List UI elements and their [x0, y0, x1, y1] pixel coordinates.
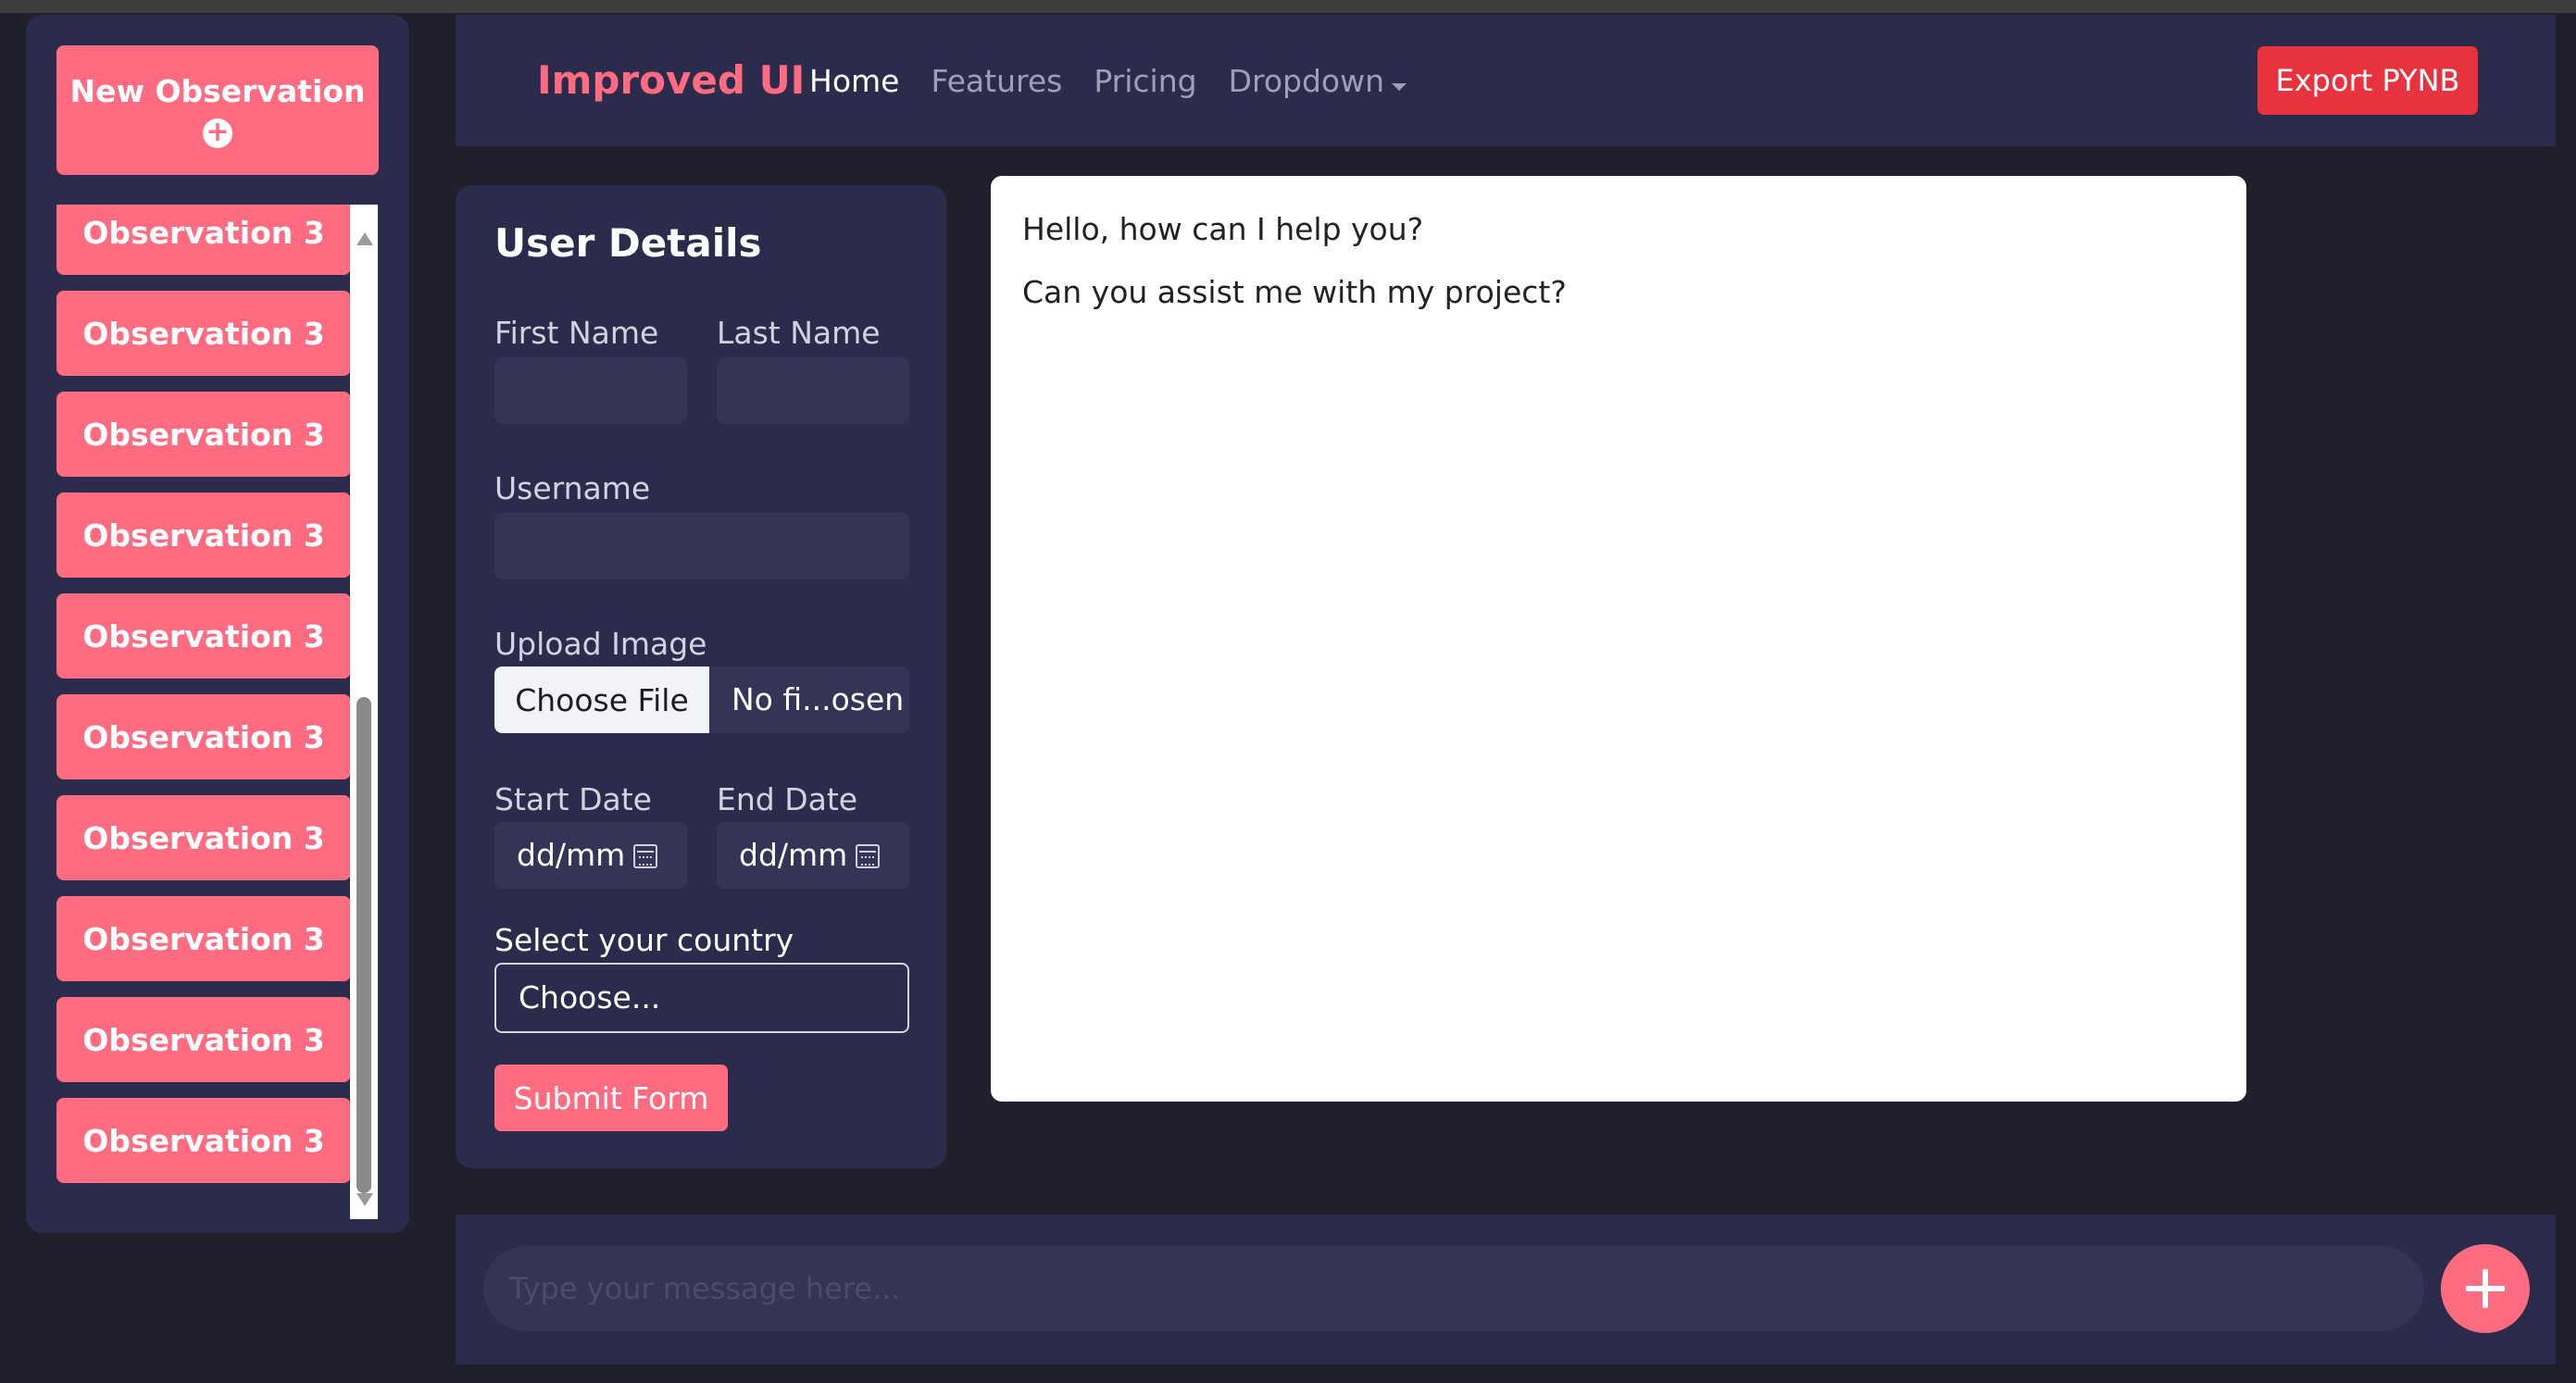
nav-dropdown[interactable]: Dropdown: [1229, 63, 1407, 99]
observation-item[interactable]: Observation 3: [56, 896, 351, 981]
scroll-up-arrow-icon[interactable]: [356, 232, 373, 245]
scroll-down-arrow-icon[interactable]: [356, 1193, 373, 1206]
submit-form-button[interactable]: Submit Form: [494, 1065, 728, 1131]
export-pynb-button[interactable]: Export PYNB: [2257, 46, 2478, 115]
start-date-value: dd/mm: [517, 837, 626, 873]
start-date-label: Start Date: [494, 781, 652, 817]
observation-item[interactable]: Observation 3: [56, 392, 351, 477]
observation-item[interactable]: Observation 3: [56, 205, 351, 275]
scroll-thumb[interactable]: [356, 697, 371, 1193]
observation-item[interactable]: Observation 3: [56, 694, 351, 779]
sidebar-scrollbar[interactable]: [350, 205, 378, 1219]
end-date-label: End Date: [717, 781, 858, 817]
form-title: User Details: [494, 220, 762, 266]
username-field[interactable]: [494, 513, 909, 579]
nav-link-dropdown[interactable]: Dropdown: [1229, 63, 1384, 99]
observation-item[interactable]: Observation 3: [56, 997, 351, 1082]
choose-file-button[interactable]: Choose File: [494, 667, 709, 733]
end-date-field[interactable]: dd/mm: [717, 822, 909, 889]
chat-message: Can you assist me with my project?: [1022, 274, 1567, 310]
observation-item[interactable]: Observation 3: [56, 1098, 351, 1183]
message-input[interactable]: [483, 1246, 2424, 1331]
first-name-field[interactable]: [494, 357, 687, 424]
observation-item[interactable]: Observation 3: [56, 291, 351, 376]
plus-circle-icon: +: [203, 118, 232, 148]
nav-link-pricing[interactable]: Pricing: [1094, 63, 1196, 99]
new-observation-label: New Observation: [69, 72, 366, 109]
file-status-text: No fi...osen: [732, 681, 905, 717]
calendar-icon[interactable]: [633, 844, 657, 868]
chat-panel: Hello, how can I help you? Can you assis…: [991, 176, 2246, 1102]
last-name-label: Last Name: [717, 315, 881, 351]
upload-image-input[interactable]: Choose File No fi...osen: [494, 667, 909, 733]
observation-item[interactable]: Observation 3: [56, 795, 351, 880]
nav-link-features[interactable]: Features: [931, 63, 1062, 99]
username-label: Username: [494, 470, 651, 506]
brand-logo[interactable]: Improved UI: [537, 15, 805, 146]
add-message-button[interactable]: [2441, 1244, 2530, 1333]
message-composer: [456, 1215, 2556, 1364]
first-name-label: First Name: [494, 315, 659, 351]
sidebar: New Observation + Observation 3 Observat…: [26, 15, 409, 1233]
start-date-field[interactable]: dd/mm: [494, 822, 687, 889]
user-details-form: User Details First Name Last Name Userna…: [456, 185, 946, 1168]
end-date-value: dd/mm: [739, 837, 848, 873]
nav-link-home[interactable]: Home: [809, 63, 899, 99]
country-select[interactable]: Choose...: [494, 963, 909, 1033]
observation-item[interactable]: Observation 3: [56, 593, 351, 679]
caret-down-icon: [1392, 83, 1407, 91]
nav-links: Home Features Pricing Dropdown: [809, 15, 1407, 146]
new-observation-button[interactable]: New Observation +: [56, 45, 379, 175]
upload-image-label: Upload Image: [494, 626, 707, 662]
navbar: Improved UI Home Features Pricing Dropdo…: [456, 15, 2556, 146]
window-top-strip: [0, 0, 2576, 13]
observation-list: Observation 3 Observation 3 Observation …: [56, 205, 379, 1219]
country-label: Select your country: [494, 922, 794, 958]
calendar-icon[interactable]: [856, 844, 880, 868]
chat-message: Hello, how can I help you?: [1022, 211, 1424, 247]
last-name-field[interactable]: [717, 357, 909, 424]
observation-item[interactable]: Observation 3: [56, 492, 351, 578]
